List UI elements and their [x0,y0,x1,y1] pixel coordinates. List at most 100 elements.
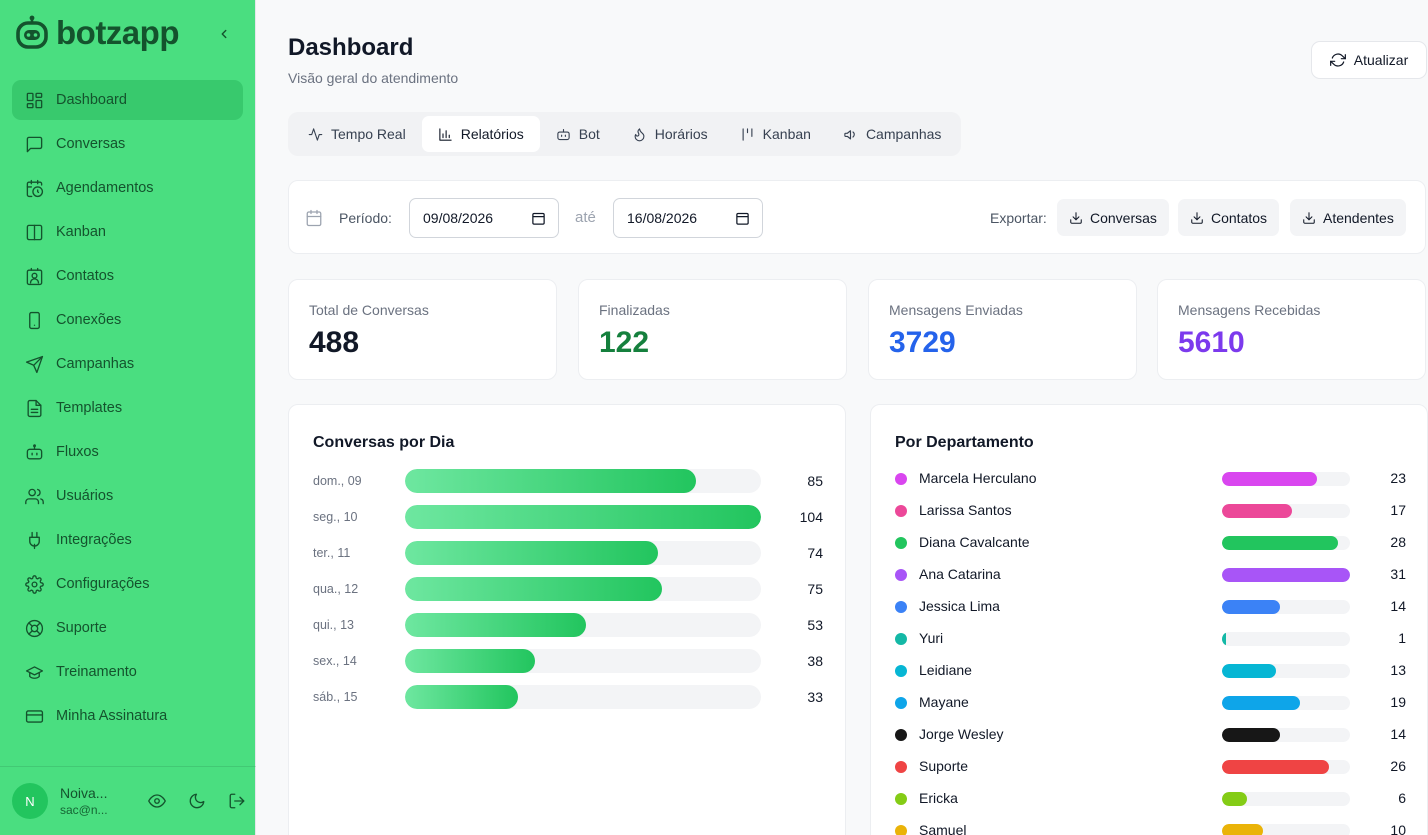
end-date-input[interactable]: 16/08/2026 [613,198,763,238]
department-row: Jessica Lima 14 [895,597,1406,617]
department-bar-track [1222,600,1350,614]
tab-campanhas[interactable]: Campanhas [827,116,958,152]
department-row: Mayane 19 [895,693,1406,713]
department-value: 6 [1398,790,1406,806]
sidebar-item-suporte[interactable]: Suporte [12,608,243,648]
flame-icon [634,127,645,141]
day-bar [405,577,662,601]
department-row: Samuel 10 [895,821,1406,835]
sidebar-item-treinamento[interactable]: Treinamento [12,652,243,692]
export-conversas-button[interactable]: Conversas [1057,199,1169,236]
panel-title: Conversas por Dia [313,434,455,451]
department-color-dot [895,505,907,517]
sidebar-item-fluxos[interactable]: Fluxos [12,432,243,472]
collapse-sidebar-button[interactable] [212,22,236,46]
sidebar-item-minha-assinatura[interactable]: Minha Assinatura [12,696,243,736]
day-value: 33 [807,689,823,705]
department-name: Jessica Lima [919,598,1000,614]
end-date-value: 16/08/2026 [627,210,698,226]
export-label-text: Contatos [1211,209,1268,226]
sidebar-item-label: Conversas [56,136,126,152]
sidebar: botzapp Dashboard Conversas Agendamentos… [0,0,256,835]
sidebar-item-templates[interactable]: Templates [12,388,243,428]
sidebar-item-integracoes[interactable]: Integrações [12,520,243,560]
day-bar [405,685,518,709]
sidebar-item-label: Conexões [56,312,122,328]
department-bar-track [1222,664,1350,678]
graduation-cap-icon [24,662,44,682]
start-date-input[interactable]: 09/08/2026 [409,198,559,238]
tab-label: Kanban [762,126,811,142]
day-bar [405,649,536,673]
theme-toggle-button[interactable] [182,786,212,816]
department-color-dot [895,665,907,677]
sidebar-item-agendamentos[interactable]: Agendamentos [12,168,243,208]
smartphone-icon [24,310,44,330]
sidebar-item-kanban[interactable]: Kanban [12,212,243,252]
export-contatos-button[interactable]: Contatos [1178,199,1280,236]
avatar[interactable]: N [12,783,48,819]
department-bar-track [1222,536,1350,550]
sidebar-item-conversas[interactable]: Conversas [12,124,243,164]
department-bar [1222,792,1247,806]
department-row: Diana Cavalcante 28 [895,533,1406,553]
sidebar-item-dashboard[interactable]: Dashboard [12,80,243,120]
day-bar-track [405,469,761,493]
plug-icon [24,530,44,550]
file-text-icon [24,398,44,418]
export-label-text: Atendentes [1323,209,1394,226]
bot-icon [557,128,570,140]
sidebar-item-label: Contatos [56,268,115,284]
period-label: Período: [339,210,392,226]
day-value: 53 [807,617,823,633]
eye-button[interactable] [142,786,172,816]
day-bar-track [405,649,761,673]
day-bar-row: sex., 14 38 [313,649,823,673]
sidebar-item-configuracoes[interactable]: Configurações [12,564,243,604]
sidebar-item-campanhas[interactable]: Campanhas [12,344,243,384]
tab-kanban[interactable]: Kanban [724,116,827,152]
life-buoy-icon [24,618,44,638]
day-bar-track [405,577,761,601]
stat-value: 122 [599,326,650,359]
date-separator: até [575,209,596,226]
activity-icon [308,127,323,141]
refresh-button[interactable]: Atualizar [1311,41,1427,79]
export-label: Exportar: [990,210,1047,226]
day-bar-row: qua., 12 75 [313,577,823,601]
tab-label: Bot [578,126,600,142]
tab-relatorios[interactable]: Relatórios [421,116,540,152]
calendar-icon [305,209,323,232]
export-atendentes-button[interactable]: Atendentes [1290,199,1406,236]
calendar-clock-icon [24,178,44,198]
department-value: 17 [1390,502,1406,518]
calendar-picker-icon [736,212,749,225]
tab-horarios[interactable]: Horários [616,116,724,152]
department-bar-track [1222,632,1350,646]
department-bar [1222,632,1227,646]
sidebar-item-contatos[interactable]: Contatos [12,256,243,296]
department-name: Mayane [919,694,969,710]
sidebar-item-usuarios[interactable]: Usuários [12,476,243,516]
stat-label: Total de Conversas [309,302,429,318]
stat-value: 5610 [1178,326,1245,359]
calendar-picker-icon [532,212,545,225]
department-row: Marcela Herculano 23 [895,469,1406,489]
department-bar-track [1222,824,1350,835]
department-value: 26 [1390,758,1406,774]
sidebar-item-label: Agendamentos [56,180,154,196]
department-value: 28 [1390,534,1406,550]
logout-button[interactable] [222,786,252,816]
stat-label: Mensagens Enviadas [889,302,1023,318]
tab-tempo-real[interactable]: Tempo Real [292,116,422,152]
send-icon [24,354,44,374]
credit-card-icon [24,706,44,726]
department-color-dot [895,537,907,549]
brand[interactable]: botzapp [16,12,179,52]
sidebar-item-conexoes[interactable]: Conexões [12,300,243,340]
department-color-dot [895,825,907,835]
tab-bot[interactable]: Bot [540,116,616,152]
day-bar-row: sáb., 15 33 [313,685,823,709]
day-label: dom., 09 [313,474,362,488]
day-bar-track [405,541,761,565]
